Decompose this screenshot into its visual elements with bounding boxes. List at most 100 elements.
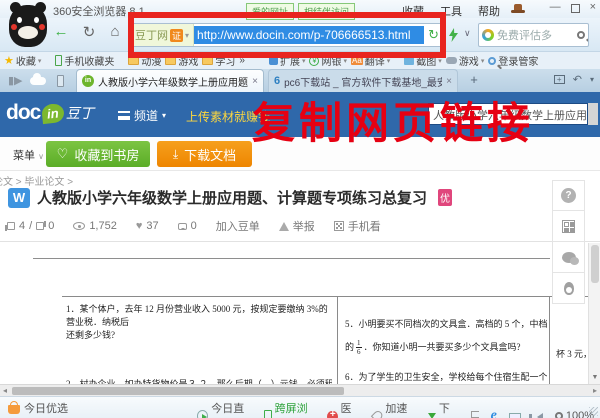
mobile-connect-icon[interactable]: [57, 75, 64, 87]
download-arrow-icon: [428, 413, 436, 418]
mobile-view-link[interactable]: 手机看: [334, 218, 381, 234]
docin-logo[interactable]: doc in 豆丁: [6, 101, 94, 125]
menu-help[interactable]: 帮助: [478, 3, 500, 19]
close-button[interactable]: ×: [590, 1, 596, 13]
wechat-share-button[interactable]: [552, 242, 585, 273]
toolbar-login-manager[interactable]: 登录管家: [488, 53, 538, 68]
tab-title: pc6下载站 _ 官方软件下载基地_最安: [284, 74, 442, 89]
bookmark-mobile-favorites[interactable]: 手机收藏夹: [55, 53, 114, 68]
accelerator-button[interactable]: 加速器: [373, 400, 416, 418]
docin-leaf-icon: in: [41, 102, 64, 123]
daily-picks-button[interactable]: 今日优选: [8, 400, 68, 416]
back-icon[interactable]: ←: [50, 23, 72, 40]
tab-close-icon[interactable]: ×: [446, 76, 452, 87]
restore-tab-icon[interactable]: +: [554, 75, 565, 84]
heart-icon: ♡: [57, 146, 69, 162]
home-icon[interactable]: ⌂: [104, 23, 126, 40]
medical-cross-icon: [327, 411, 337, 418]
cross-screen-button[interactable]: 跨屏浏览: [264, 400, 315, 418]
phone-icon: [264, 410, 272, 418]
doctor-button[interactable]: 医生: [327, 400, 361, 418]
mode-chevron-icon[interactable]: ∨: [464, 28, 471, 39]
toolbar-games[interactable]: 游戏▾: [446, 53, 485, 68]
qr-share-button[interactable]: [552, 211, 585, 242]
download-manager-button[interactable]: 下载: [428, 400, 459, 418]
add-to-list-link[interactable]: 加入豆单: [216, 218, 260, 234]
favorite-count[interactable]: ♥ 37: [136, 220, 159, 232]
magnifier-icon: [555, 412, 563, 418]
basket-icon: [8, 405, 20, 414]
question-5-line1: 5．小明要买不同档次的文具盒．高档的 5 个，中档的占总数的 ．．: [345, 318, 547, 331]
feedback-flag-button[interactable]: [471, 411, 479, 418]
scrollbar-thumb[interactable]: [12, 387, 344, 395]
search-input[interactable]: 免费评估多: [497, 27, 574, 43]
qq-share-button[interactable]: [552, 273, 585, 304]
page-content: 论文 > 毕业论文 > W 人教版小学六年级数学上册应用题、计算题专项练习总复习…: [0, 171, 600, 396]
login-manager-icon: [488, 57, 496, 65]
question-icon: ?: [561, 188, 576, 203]
docin-favicon: in: [82, 75, 94, 87]
sidebar-toggle-icon[interactable]: ▮▶: [8, 74, 23, 87]
document-title: 人教版小学六年级数学上册应用题、计算题专项练习总复习: [37, 187, 427, 208]
star-icon: ★: [4, 54, 14, 67]
bookmark-favorites[interactable]: ★收藏▾: [4, 53, 41, 68]
tab-close-icon[interactable]: ×: [252, 76, 258, 87]
fraction: 1 6: [356, 339, 362, 356]
scroll-left-arrow[interactable]: ◂: [3, 386, 7, 395]
channel-menu[interactable]: 频道 ▾: [118, 107, 166, 124]
tab-title: 人教版小学六年级数学上册应用题、计: [98, 74, 248, 89]
site-search-button[interactable]: [588, 103, 598, 125]
wechat-icon: [562, 252, 576, 263]
search-icon[interactable]: [577, 31, 585, 39]
clipped-right-text: 杯 3 元，: [556, 348, 586, 361]
page-edge-line: [33, 258, 550, 259]
search-engine-logo-icon[interactable]: [482, 29, 494, 41]
horizontal-scrollbar[interactable]: ◂ ▸: [0, 384, 600, 396]
window-mode-button[interactable]: [509, 411, 521, 418]
thumb-down-icon[interactable]: [36, 222, 44, 230]
report-link[interactable]: 举报: [279, 218, 315, 234]
thumb-up-icon[interactable]: [7, 222, 15, 230]
vertical-scrollbar[interactable]: ▼: [588, 243, 600, 384]
qr-icon: [562, 220, 575, 233]
ie-mode-button[interactable]: e: [491, 408, 497, 418]
heart-icon: ♥: [136, 220, 143, 232]
table-border: [62, 296, 588, 297]
vote-stats[interactable]: 4/ 0: [7, 220, 54, 232]
doc-menu-button[interactable]: 菜单 ∨: [13, 147, 44, 163]
speed-mode-icon[interactable]: [449, 28, 458, 45]
help-button[interactable]: ?: [552, 180, 585, 211]
scrollbar-thumb[interactable]: [591, 245, 599, 283]
undo-close-tab-icon[interactable]: ↶: [573, 73, 582, 86]
live-button[interactable]: 今日直播: [197, 400, 252, 418]
scroll-right-arrow[interactable]: ▸: [593, 386, 597, 395]
download-icon: ⤓: [173, 147, 178, 162]
pc6-favicon: 6: [274, 75, 280, 87]
refresh-icon[interactable]: ↻: [78, 23, 100, 41]
qq-icon: [564, 282, 574, 295]
document-viewer[interactable]: 1．某个体户，去年 12 月份营业收入 5000 元，按规定要缴纳 3%的营业税…: [0, 243, 588, 384]
comment-count[interactable]: 0: [178, 220, 197, 232]
resize-grip[interactable]: [589, 407, 598, 416]
browser-search-box[interactable]: 免费评估多: [478, 23, 589, 47]
scroll-down-arrow[interactable]: ▼: [589, 374, 600, 381]
download-doc-button[interactable]: ⤓ 下载文档: [157, 141, 252, 167]
collect-button[interactable]: ♡ 收藏到书房: [46, 141, 150, 167]
new-tab-button[interactable]: +: [466, 72, 482, 88]
question-1: 1．某个体户，去年 12 月份营业收入 5000 元，按规定要缴纳 3%的营业税…: [66, 303, 332, 342]
tab-active[interactable]: in 人教版小学六年级数学上册应用题、计 ×: [76, 69, 264, 92]
minimize-button[interactable]: —: [550, 1, 561, 13]
annotation-highlight-box: [128, 12, 446, 58]
mascot-avatar-icon[interactable]: [9, 2, 47, 49]
monitor-icon: [509, 413, 521, 418]
mute-button[interactable]: [533, 411, 543, 418]
speaker-icon: [533, 413, 543, 418]
stats-row: 4/ 0 1,752 ♥ 37 0 加入豆单 举报: [7, 218, 393, 234]
word-file-icon: W: [8, 188, 30, 208]
skin-hat-icon[interactable]: [511, 4, 525, 13]
cloud-sync-icon[interactable]: [30, 77, 46, 85]
tab-list-chevron-icon[interactable]: ▾: [590, 75, 594, 84]
question-6: 6．为了学生的卫生安全，学校给每个住宿生配一个水杯，每只水杯: [345, 371, 547, 384]
warning-icon: [279, 222, 289, 231]
maximize-button[interactable]: [571, 4, 580, 13]
